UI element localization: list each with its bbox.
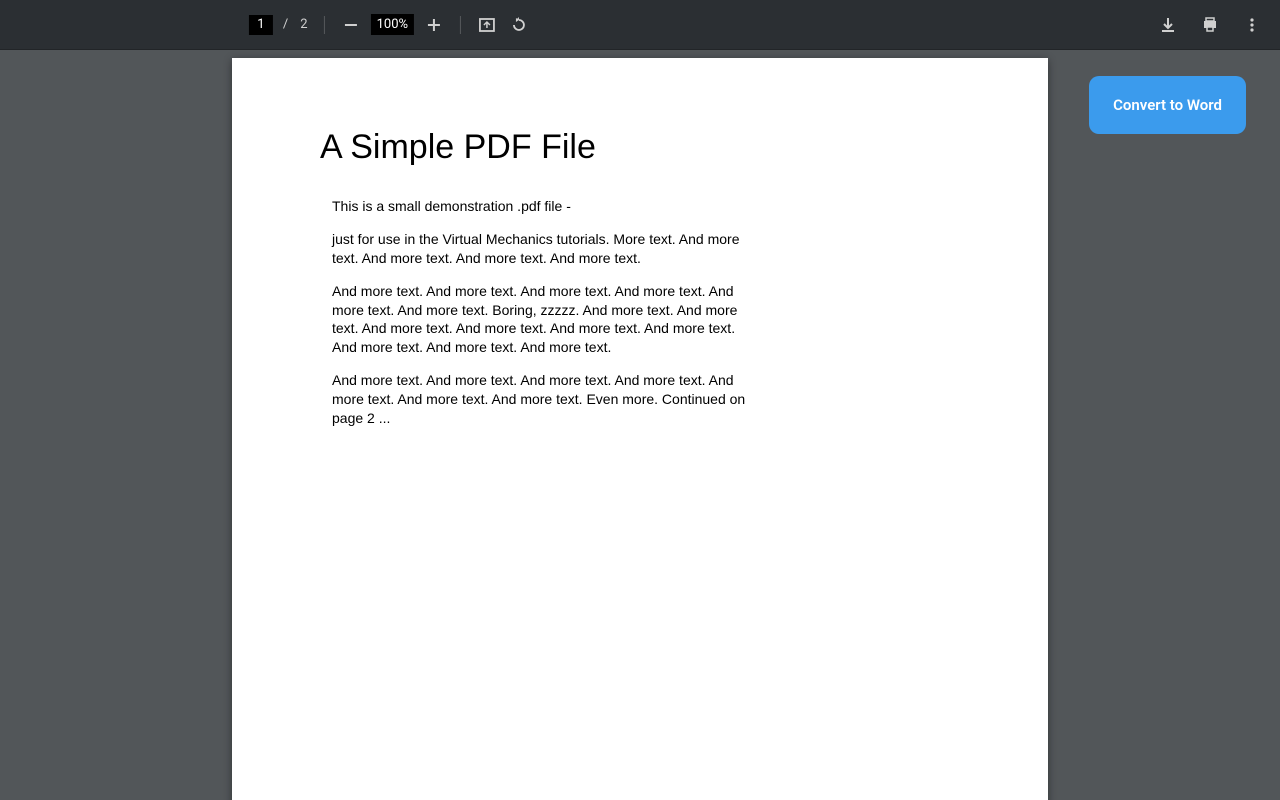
- fit-page-button[interactable]: [475, 13, 499, 37]
- toolbar-divider: [460, 16, 461, 34]
- convert-to-word-button[interactable]: Convert to Word: [1089, 76, 1246, 134]
- toolbar-right-group: [1156, 13, 1264, 37]
- minus-icon: [344, 18, 358, 32]
- more-menu-button[interactable]: [1240, 13, 1264, 37]
- document-viewport[interactable]: A Simple PDF File This is a small demons…: [0, 50, 1280, 800]
- zoom-out-button[interactable]: [339, 13, 363, 37]
- print-icon: [1201, 16, 1219, 34]
- document-paragraph: And more text. And more text. And more t…: [332, 282, 762, 358]
- rotate-icon: [510, 16, 528, 34]
- page-number-input[interactable]: [249, 15, 273, 35]
- plus-icon: [427, 18, 441, 32]
- download-button[interactable]: [1156, 13, 1180, 37]
- toolbar-divider: [324, 16, 325, 34]
- zoom-level: 100%: [371, 14, 414, 35]
- download-icon: [1159, 16, 1177, 34]
- fit-page-icon: [478, 16, 496, 34]
- pdf-toolbar: / 2 100%: [0, 0, 1280, 50]
- zoom-in-button[interactable]: [422, 13, 446, 37]
- toolbar-center-group: / 2 100%: [249, 13, 531, 37]
- rotate-button[interactable]: [507, 13, 531, 37]
- page-total: 2: [298, 17, 309, 32]
- document-title: A Simple PDF File: [320, 128, 958, 167]
- print-button[interactable]: [1198, 13, 1222, 37]
- pdf-page: A Simple PDF File This is a small demons…: [232, 58, 1048, 800]
- document-paragraph: And more text. And more text. And more t…: [332, 371, 762, 428]
- page-separator: /: [281, 17, 290, 32]
- document-paragraph: just for use in the Virtual Mechanics tu…: [332, 230, 762, 268]
- document-paragraph: This is a small demonstration .pdf file …: [332, 197, 762, 216]
- more-vertical-icon: [1243, 16, 1261, 34]
